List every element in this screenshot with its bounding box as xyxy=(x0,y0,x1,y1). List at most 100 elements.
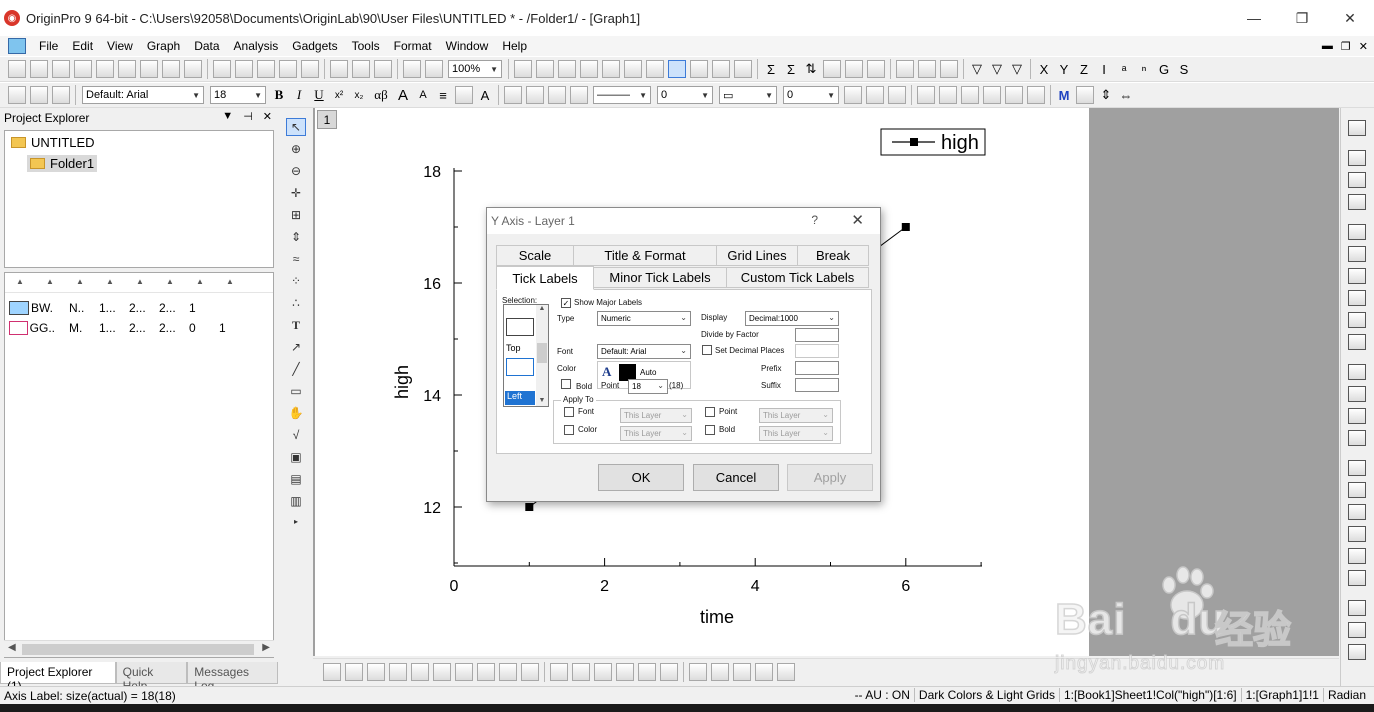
data-selector-icon[interactable]: ⇕ xyxy=(286,228,306,246)
apply-button[interactable]: Apply xyxy=(787,464,873,491)
tab-messages-log[interactable]: Messages Log xyxy=(187,662,279,693)
mask-icon[interactable]: M xyxy=(1055,86,1073,104)
increase-font-button[interactable]: A xyxy=(394,86,412,104)
pie-chart-icon[interactable] xyxy=(477,662,495,681)
set-y-icon[interactable]: Y xyxy=(1055,60,1073,78)
display-select[interactable]: Decimal:1000 ⌄ xyxy=(745,311,839,326)
tab-scale[interactable]: Scale xyxy=(496,245,574,266)
layer-add-icon[interactable] xyxy=(689,662,707,681)
new-layout-icon[interactable] xyxy=(162,60,180,78)
border-style-combo[interactable]: ▭ ▼ xyxy=(719,86,777,104)
back-icon[interactable] xyxy=(1348,622,1366,638)
set-none-icon[interactable]: ⁿ xyxy=(1135,60,1153,78)
layer-top-x-icon[interactable] xyxy=(711,662,729,681)
line-symbol-plot-icon[interactable] xyxy=(367,662,385,681)
scrollbar-thumb[interactable] xyxy=(22,644,254,655)
new-function-icon[interactable] xyxy=(140,60,158,78)
point-select[interactable]: 18 ⌄ xyxy=(628,379,668,394)
selection-item-top[interactable]: Top xyxy=(506,343,534,353)
fill-random-icon[interactable] xyxy=(867,60,885,78)
list-item[interactable]: B W. N.. 1... 2... 2... 1 xyxy=(9,301,249,315)
front-icon[interactable] xyxy=(1348,600,1366,616)
align-icon[interactable]: ≡ xyxy=(434,86,452,104)
apply-font-select[interactable]: This Layer ⌄ xyxy=(620,408,692,423)
mask-toggle-icon[interactable] xyxy=(1076,86,1094,104)
pointer-icon[interactable]: ↖ xyxy=(286,118,306,136)
scrollbar-thumb[interactable] xyxy=(537,343,547,363)
contour-icon[interactable] xyxy=(616,662,634,681)
vector-plot-icon[interactable] xyxy=(411,662,429,681)
open-template-icon[interactable] xyxy=(235,60,253,78)
layer-copy-icon[interactable]: ▥ xyxy=(286,492,306,510)
menu-edit[interactable]: Edit xyxy=(65,39,100,53)
rectangle-tool-icon[interactable]: ▭ xyxy=(286,382,306,400)
layer-linked-icon[interactable] xyxy=(755,662,773,681)
set-label-icon[interactable]: ᵃ xyxy=(1115,60,1133,78)
save-project-icon[interactable] xyxy=(279,60,297,78)
tab-minor-tick-labels[interactable]: Minor Tick Labels xyxy=(593,267,727,288)
fill-row-numbers-icon[interactable] xyxy=(845,60,863,78)
template-library-icon[interactable] xyxy=(521,662,539,681)
draw-data-icon[interactable]: ≈ xyxy=(286,250,306,268)
open-excel-icon[interactable] xyxy=(257,60,275,78)
line-color-icon[interactable] xyxy=(548,86,566,104)
arrow-tool-icon[interactable]: ↗ xyxy=(286,338,306,356)
error-bar-icon[interactable] xyxy=(433,662,451,681)
help-button[interactable]: ? xyxy=(811,213,818,227)
apply-bold-checkbox[interactable] xyxy=(705,425,715,435)
mdi-minimize-icon[interactable]: ▬ xyxy=(1322,40,1333,52)
new-notes-icon[interactable] xyxy=(184,60,202,78)
menu-gadgets[interactable]: Gadgets xyxy=(285,39,344,53)
tree-folder1[interactable]: Folder1 xyxy=(27,155,98,172)
show-major-labels-checkbox[interactable]: ✓ xyxy=(561,298,571,308)
line-width-combo[interactable]: 0 ▼ xyxy=(657,86,713,104)
open-icon[interactable] xyxy=(213,60,231,78)
new-legend-icon[interactable] xyxy=(1348,312,1366,328)
set-z-icon[interactable]: Z xyxy=(1075,60,1093,78)
pane-menu-icon[interactable]: ▼ xyxy=(222,110,233,123)
set-group-icon[interactable]: G xyxy=(1155,60,1173,78)
paste-icon[interactable] xyxy=(52,86,70,104)
mdi-close-icon[interactable]: ✕ xyxy=(1359,40,1368,53)
3d-bars-icon[interactable] xyxy=(594,662,612,681)
origin-app-icon[interactable]: ◉ xyxy=(4,10,20,26)
hatch-pattern-icon[interactable] xyxy=(844,86,862,104)
sort-icon[interactable]: ▲ xyxy=(125,273,155,292)
project-explorer-icon[interactable] xyxy=(646,60,664,78)
extract-icon[interactable] xyxy=(1348,246,1366,262)
add-column-icon[interactable] xyxy=(734,60,752,78)
border-icon[interactable] xyxy=(866,86,884,104)
recalculate-icon[interactable] xyxy=(425,60,443,78)
command-window-icon[interactable] xyxy=(624,60,642,78)
text-dialog-icon[interactable] xyxy=(455,86,473,104)
y-axis-title[interactable]: high xyxy=(392,365,412,399)
box-chart-icon[interactable] xyxy=(499,662,517,681)
grid-icon[interactable] xyxy=(888,86,906,104)
script-window-icon[interactable] xyxy=(602,60,620,78)
new-folder-icon[interactable] xyxy=(30,60,48,78)
border-width-combo[interactable]: 0 ▼ xyxy=(783,86,839,104)
menu-graph[interactable]: Graph xyxy=(140,39,187,53)
brightness-icon[interactable] xyxy=(570,86,588,104)
apply-font-checkbox[interactable] xyxy=(564,407,574,417)
list-item[interactable]: G G.. M. 1... 2... 2... 0 1 xyxy=(9,321,249,335)
add-right-y-icon[interactable] xyxy=(1348,172,1366,188)
layer-tools-icon[interactable] xyxy=(983,86,1001,104)
more-tools-icon[interactable]: ▸ xyxy=(286,512,306,530)
new-project-icon[interactable] xyxy=(8,60,26,78)
top-axis-thumbnail-icon[interactable] xyxy=(506,318,534,336)
text-tool-icon[interactable]: T xyxy=(286,316,306,334)
menu-data[interactable]: Data xyxy=(187,39,226,53)
area-plot-icon[interactable] xyxy=(455,662,473,681)
zoom-in-icon[interactable]: ⊕ xyxy=(286,140,306,158)
new-workbook-icon[interactable] xyxy=(52,60,70,78)
apply-color-select[interactable]: This Layer ⌄ xyxy=(620,426,692,441)
scale-bar-icon[interactable] xyxy=(1348,386,1366,402)
apply-color-checkbox[interactable] xyxy=(564,425,574,435)
set-subject-icon[interactable]: S xyxy=(1175,60,1193,78)
column-chart-icon[interactable] xyxy=(389,662,407,681)
scroll-left-icon[interactable]: ◀ xyxy=(8,642,16,653)
merge-graphs-icon[interactable] xyxy=(1348,268,1366,284)
extract-layer-icon[interactable] xyxy=(777,662,795,681)
selection-item-left[interactable]: Left xyxy=(505,391,535,405)
